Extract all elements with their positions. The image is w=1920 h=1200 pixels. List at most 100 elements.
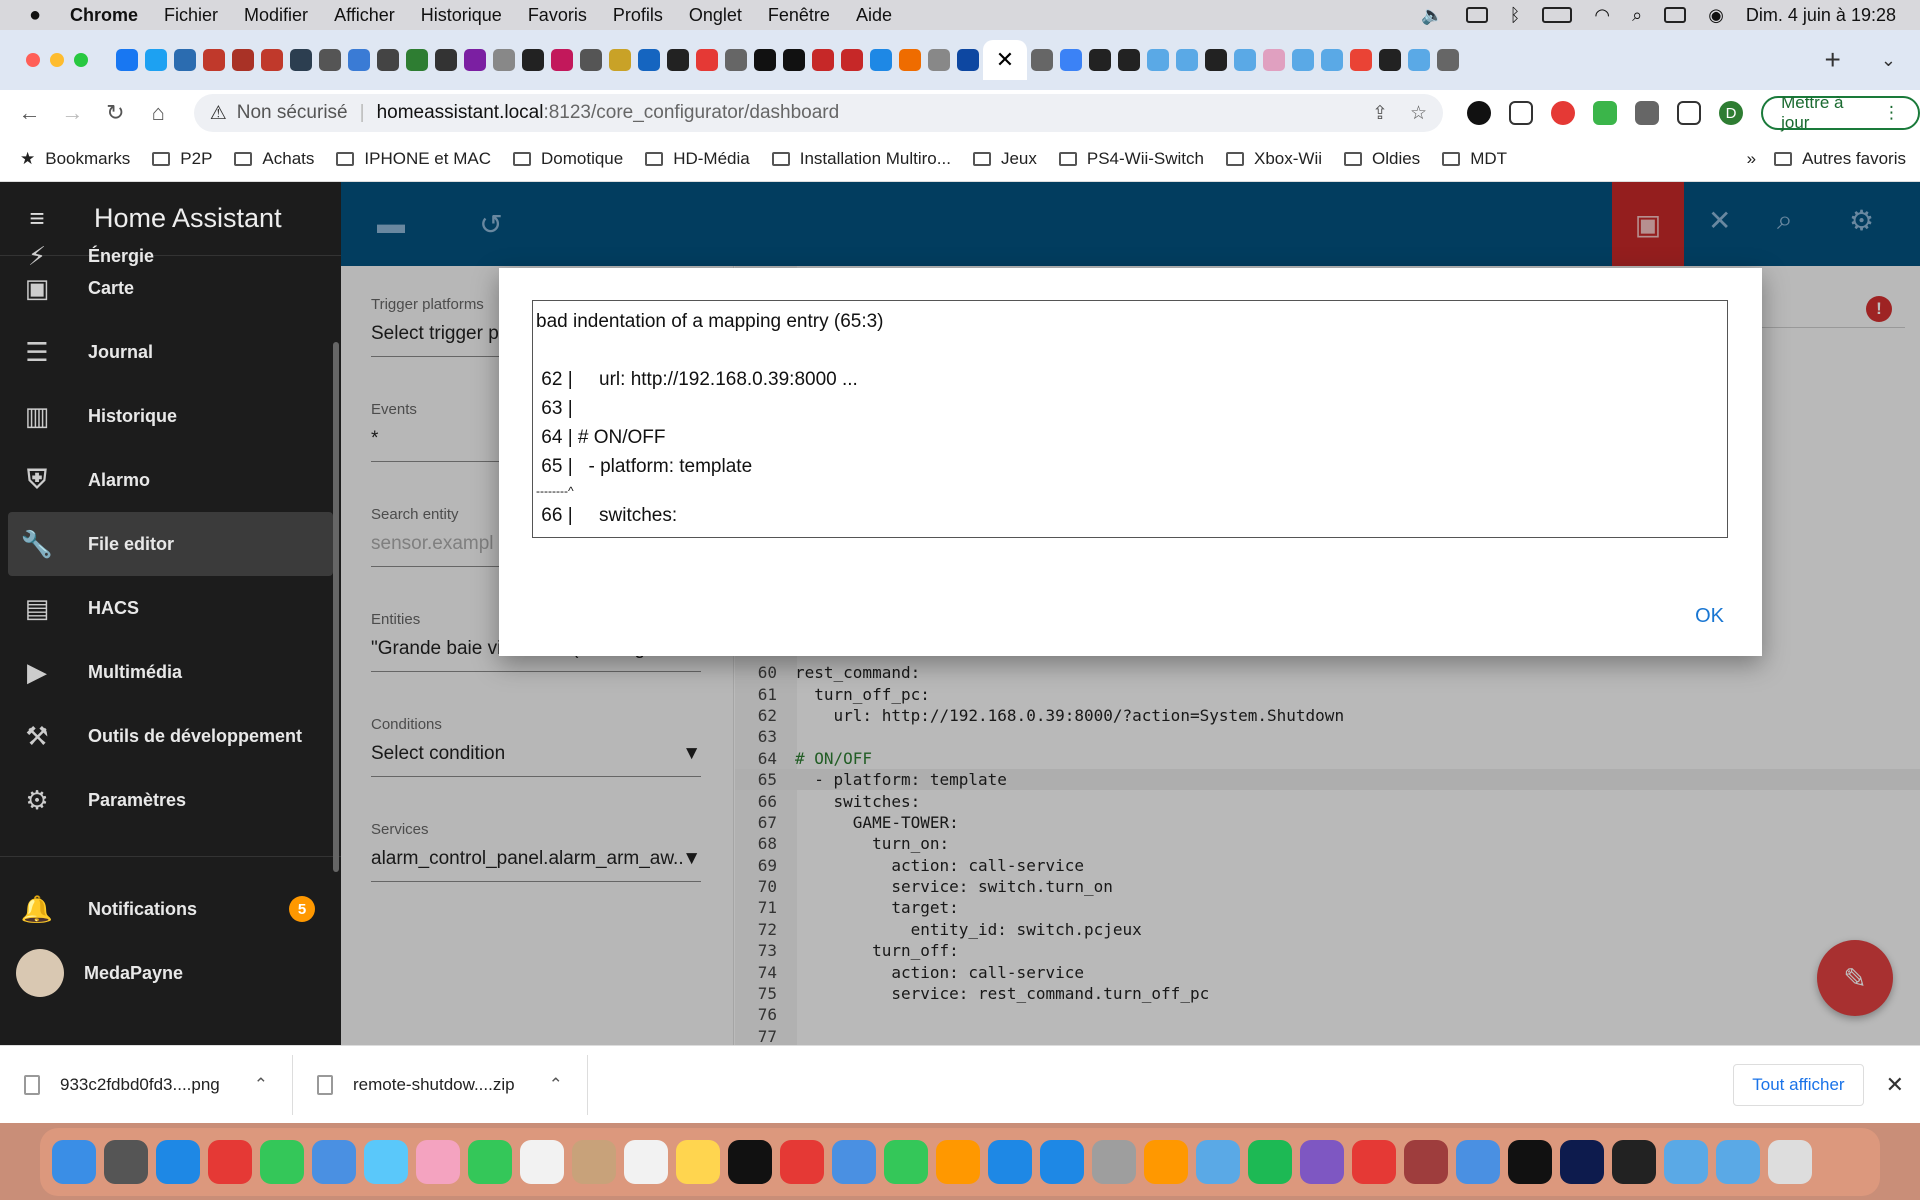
dock-app-icon[interactable] xyxy=(1664,1140,1708,1184)
dock-app-icon[interactable] xyxy=(364,1140,408,1184)
apple-icon[interactable]: ● xyxy=(0,4,70,27)
tab-favicon[interactable] xyxy=(783,49,805,71)
dock-app-icon[interactable] xyxy=(260,1140,304,1184)
ok-button[interactable]: OK xyxy=(1695,605,1724,628)
tab-favicon[interactable] xyxy=(493,49,515,71)
tab-favicon[interactable] xyxy=(1437,49,1459,71)
tab-favicon[interactable] xyxy=(1031,49,1053,71)
tab-favicon[interactable] xyxy=(551,49,573,71)
menu-fenetre[interactable]: Fenêtre xyxy=(768,5,830,26)
tab-favicon[interactable] xyxy=(174,49,196,71)
cast-icon[interactable] xyxy=(1509,101,1534,125)
dock-app-icon[interactable] xyxy=(156,1140,200,1184)
update-button[interactable]: Mettre à jour ⋮ xyxy=(1761,93,1920,132)
menu-modifier[interactable]: Modifier xyxy=(244,5,308,26)
other-bookmarks-folder[interactable]: Autres favoris xyxy=(1774,149,1906,169)
dock-app-icon[interactable] xyxy=(884,1140,928,1184)
tab-favicon[interactable] xyxy=(406,49,428,71)
dock-app-icon[interactable] xyxy=(1248,1140,1292,1184)
shield-extension-icon[interactable] xyxy=(1593,101,1618,125)
dock-app-icon[interactable] xyxy=(52,1140,96,1184)
extension-icon[interactable] xyxy=(1467,101,1492,125)
more-menu-icon[interactable]: ⋮ xyxy=(1883,103,1900,123)
tab-favicon[interactable] xyxy=(580,49,602,71)
adblock-icon[interactable] xyxy=(1551,101,1576,125)
dock-app-icon[interactable] xyxy=(936,1140,980,1184)
tab-favicon[interactable] xyxy=(1379,49,1401,71)
show-all-downloads-button[interactable]: Tout afficher xyxy=(1733,1063,1864,1106)
download-item[interactable]: 933c2fdbd0fd3....png ⌃ xyxy=(0,1054,293,1115)
tab-favicon[interactable] xyxy=(348,49,370,71)
close-tab-icon[interactable]: ✕ xyxy=(996,47,1014,73)
menu-favoris[interactable]: Favoris xyxy=(528,5,587,26)
sidebar-item-hacs[interactable]: ▤ HACS xyxy=(8,576,333,640)
bookmark-folder[interactable]: P2P xyxy=(152,149,212,169)
menu-chrome[interactable]: Chrome xyxy=(70,5,138,26)
dock-app-icon[interactable] xyxy=(780,1140,824,1184)
tab-favicon[interactable] xyxy=(957,49,979,71)
bookmark-folder[interactable]: Jeux xyxy=(972,149,1037,169)
dock-app-icon[interactable] xyxy=(832,1140,876,1184)
dock-app-icon[interactable] xyxy=(208,1140,252,1184)
tab-favicon[interactable] xyxy=(1408,49,1430,71)
screen-mirroring-icon[interactable] xyxy=(1465,7,1488,23)
tab-favicon[interactable] xyxy=(841,49,863,71)
tab-favicon[interactable] xyxy=(116,49,138,71)
menu-historique[interactable]: Historique xyxy=(421,5,502,26)
reload-button[interactable]: ↻ xyxy=(94,100,137,126)
menu-toggle-icon[interactable]: ≡ xyxy=(0,203,74,234)
sidebar-item-multimedia[interactable]: ▶ Multimédia xyxy=(8,640,333,704)
chevron-up-icon[interactable]: ⌃ xyxy=(549,1075,563,1095)
dock-app-icon[interactable] xyxy=(624,1140,668,1184)
tab-favicon[interactable] xyxy=(261,49,283,71)
dock-app-icon[interactable] xyxy=(1456,1140,1500,1184)
menu-aide[interactable]: Aide xyxy=(856,5,892,26)
sidebar-item-notifications[interactable]: 🔔 Notifications 5 xyxy=(8,877,333,941)
dock-app-icon[interactable] xyxy=(416,1140,460,1184)
tab-favicon[interactable] xyxy=(377,49,399,71)
tab-favicon[interactable] xyxy=(1147,49,1169,71)
download-item[interactable]: remote-shutdow....zip ⌃ xyxy=(293,1054,588,1115)
home-button[interactable]: ⌂ xyxy=(137,100,180,126)
tab-favicon[interactable] xyxy=(522,49,544,71)
address-bar[interactable]: ⚠ Non sécurisé | homeassistant.local :81… xyxy=(193,94,1444,132)
tab-favicon[interactable] xyxy=(1118,49,1140,71)
puzzle-icon[interactable] xyxy=(1635,101,1660,125)
bookmark-folder[interactable]: Oldies xyxy=(1344,149,1420,169)
tab-favicon[interactable] xyxy=(290,49,312,71)
dock-app-icon[interactable] xyxy=(1768,1140,1812,1184)
sidepanel-icon[interactable] xyxy=(1677,101,1702,125)
sidebar-item-journal[interactable]: ☰ Journal xyxy=(8,320,333,384)
tab-favicon[interactable] xyxy=(696,49,718,71)
dock-app-icon[interactable] xyxy=(676,1140,720,1184)
dock-app-icon[interactable] xyxy=(728,1140,772,1184)
dock-app-icon[interactable] xyxy=(1300,1140,1344,1184)
menu-profils[interactable]: Profils xyxy=(613,5,663,26)
dock-app-icon[interactable] xyxy=(1716,1140,1760,1184)
dock-app-icon[interactable] xyxy=(468,1140,512,1184)
menu-afficher[interactable]: Afficher xyxy=(334,5,395,26)
tab-favicon[interactable] xyxy=(1292,49,1314,71)
new-tab-button[interactable]: + xyxy=(1825,44,1841,76)
dock-app-icon[interactable] xyxy=(988,1140,1032,1184)
bookmark-item[interactable]: ★ Bookmarks xyxy=(20,149,130,169)
dock-app-icon[interactable] xyxy=(312,1140,356,1184)
tab-favicon[interactable] xyxy=(1176,49,1198,71)
active-tab[interactable]: ✕ xyxy=(983,40,1027,80)
dock-app-icon[interactable] xyxy=(1612,1140,1656,1184)
dock-app-icon[interactable] xyxy=(1144,1140,1188,1184)
close-window-button[interactable] xyxy=(26,53,40,67)
minimize-window-button[interactable] xyxy=(50,53,64,67)
dock-app-icon[interactable] xyxy=(1508,1140,1552,1184)
zoom-window-button[interactable] xyxy=(74,53,88,67)
tab-favicon[interactable] xyxy=(1350,49,1372,71)
tab-favicon[interactable] xyxy=(145,49,167,71)
volume-icon[interactable]: 🔈 xyxy=(1421,5,1443,26)
dock-app-icon[interactable] xyxy=(1092,1140,1136,1184)
menubar-datetime[interactable]: Dim. 4 juin à 19:28 xyxy=(1746,5,1896,26)
sidebar-item-settings[interactable]: ⚙ Paramètres xyxy=(8,768,333,832)
tab-favicon[interactable] xyxy=(928,49,950,71)
tab-favicon[interactable] xyxy=(1089,49,1111,71)
siri-icon[interactable]: ◉ xyxy=(1708,5,1724,26)
tab-favicon[interactable] xyxy=(667,49,689,71)
